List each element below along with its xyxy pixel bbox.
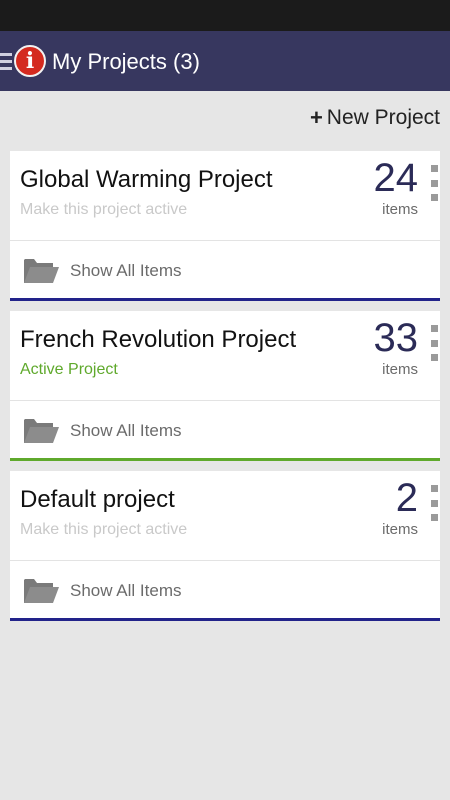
project-card-header[interactable]: French Revolution Project Active Project… xyxy=(10,311,440,401)
item-count: 2 xyxy=(395,476,418,520)
item-count-label: items xyxy=(382,361,418,378)
project-card: French Revolution Project Active Project… xyxy=(10,311,440,461)
show-all-items-button[interactable]: Show All Items xyxy=(10,402,440,458)
plus-icon: + xyxy=(309,105,323,130)
new-project-button[interactable]: + New Project xyxy=(310,104,440,132)
folder-icon xyxy=(24,419,59,443)
make-active-link[interactable]: Make this project active xyxy=(20,200,187,220)
app-bar: i My Projects (3) xyxy=(0,31,450,91)
overflow-menu-icon[interactable] xyxy=(430,485,438,521)
show-all-label: Show All Items xyxy=(70,581,182,600)
item-count: 24 xyxy=(373,156,419,200)
page-title: My Projects (3) xyxy=(52,49,200,74)
item-count: 33 xyxy=(373,316,419,360)
item-count-label: items xyxy=(382,201,418,218)
project-card-header[interactable]: Global Warming Project Make this project… xyxy=(10,151,440,241)
project-name: French Revolution Project xyxy=(20,326,297,353)
show-all-label: Show All Items xyxy=(70,421,182,440)
show-all-items-button[interactable]: Show All Items xyxy=(10,242,440,298)
project-card: Default project Make this project active… xyxy=(10,471,440,621)
overflow-menu-icon[interactable] xyxy=(430,325,438,361)
show-all-items-button[interactable]: Show All Items xyxy=(10,562,440,618)
make-active-link[interactable]: Make this project active xyxy=(20,520,187,540)
item-count-label: items xyxy=(382,521,418,538)
status-bar xyxy=(0,0,450,31)
new-project-label: New Project xyxy=(326,106,440,129)
info-logo-icon[interactable]: i xyxy=(14,45,46,77)
project-name: Default project xyxy=(20,486,175,513)
active-project-label: Active Project xyxy=(20,361,118,378)
hamburger-icon[interactable] xyxy=(0,53,12,70)
overflow-menu-icon[interactable] xyxy=(430,165,438,201)
project-card: Global Warming Project Make this project… xyxy=(10,151,440,301)
project-card-header[interactable]: Default project Make this project active… xyxy=(10,471,440,561)
project-name: Global Warming Project xyxy=(20,166,273,193)
show-all-label: Show All Items xyxy=(70,261,182,280)
folder-icon xyxy=(24,259,59,283)
folder-icon xyxy=(24,579,59,603)
